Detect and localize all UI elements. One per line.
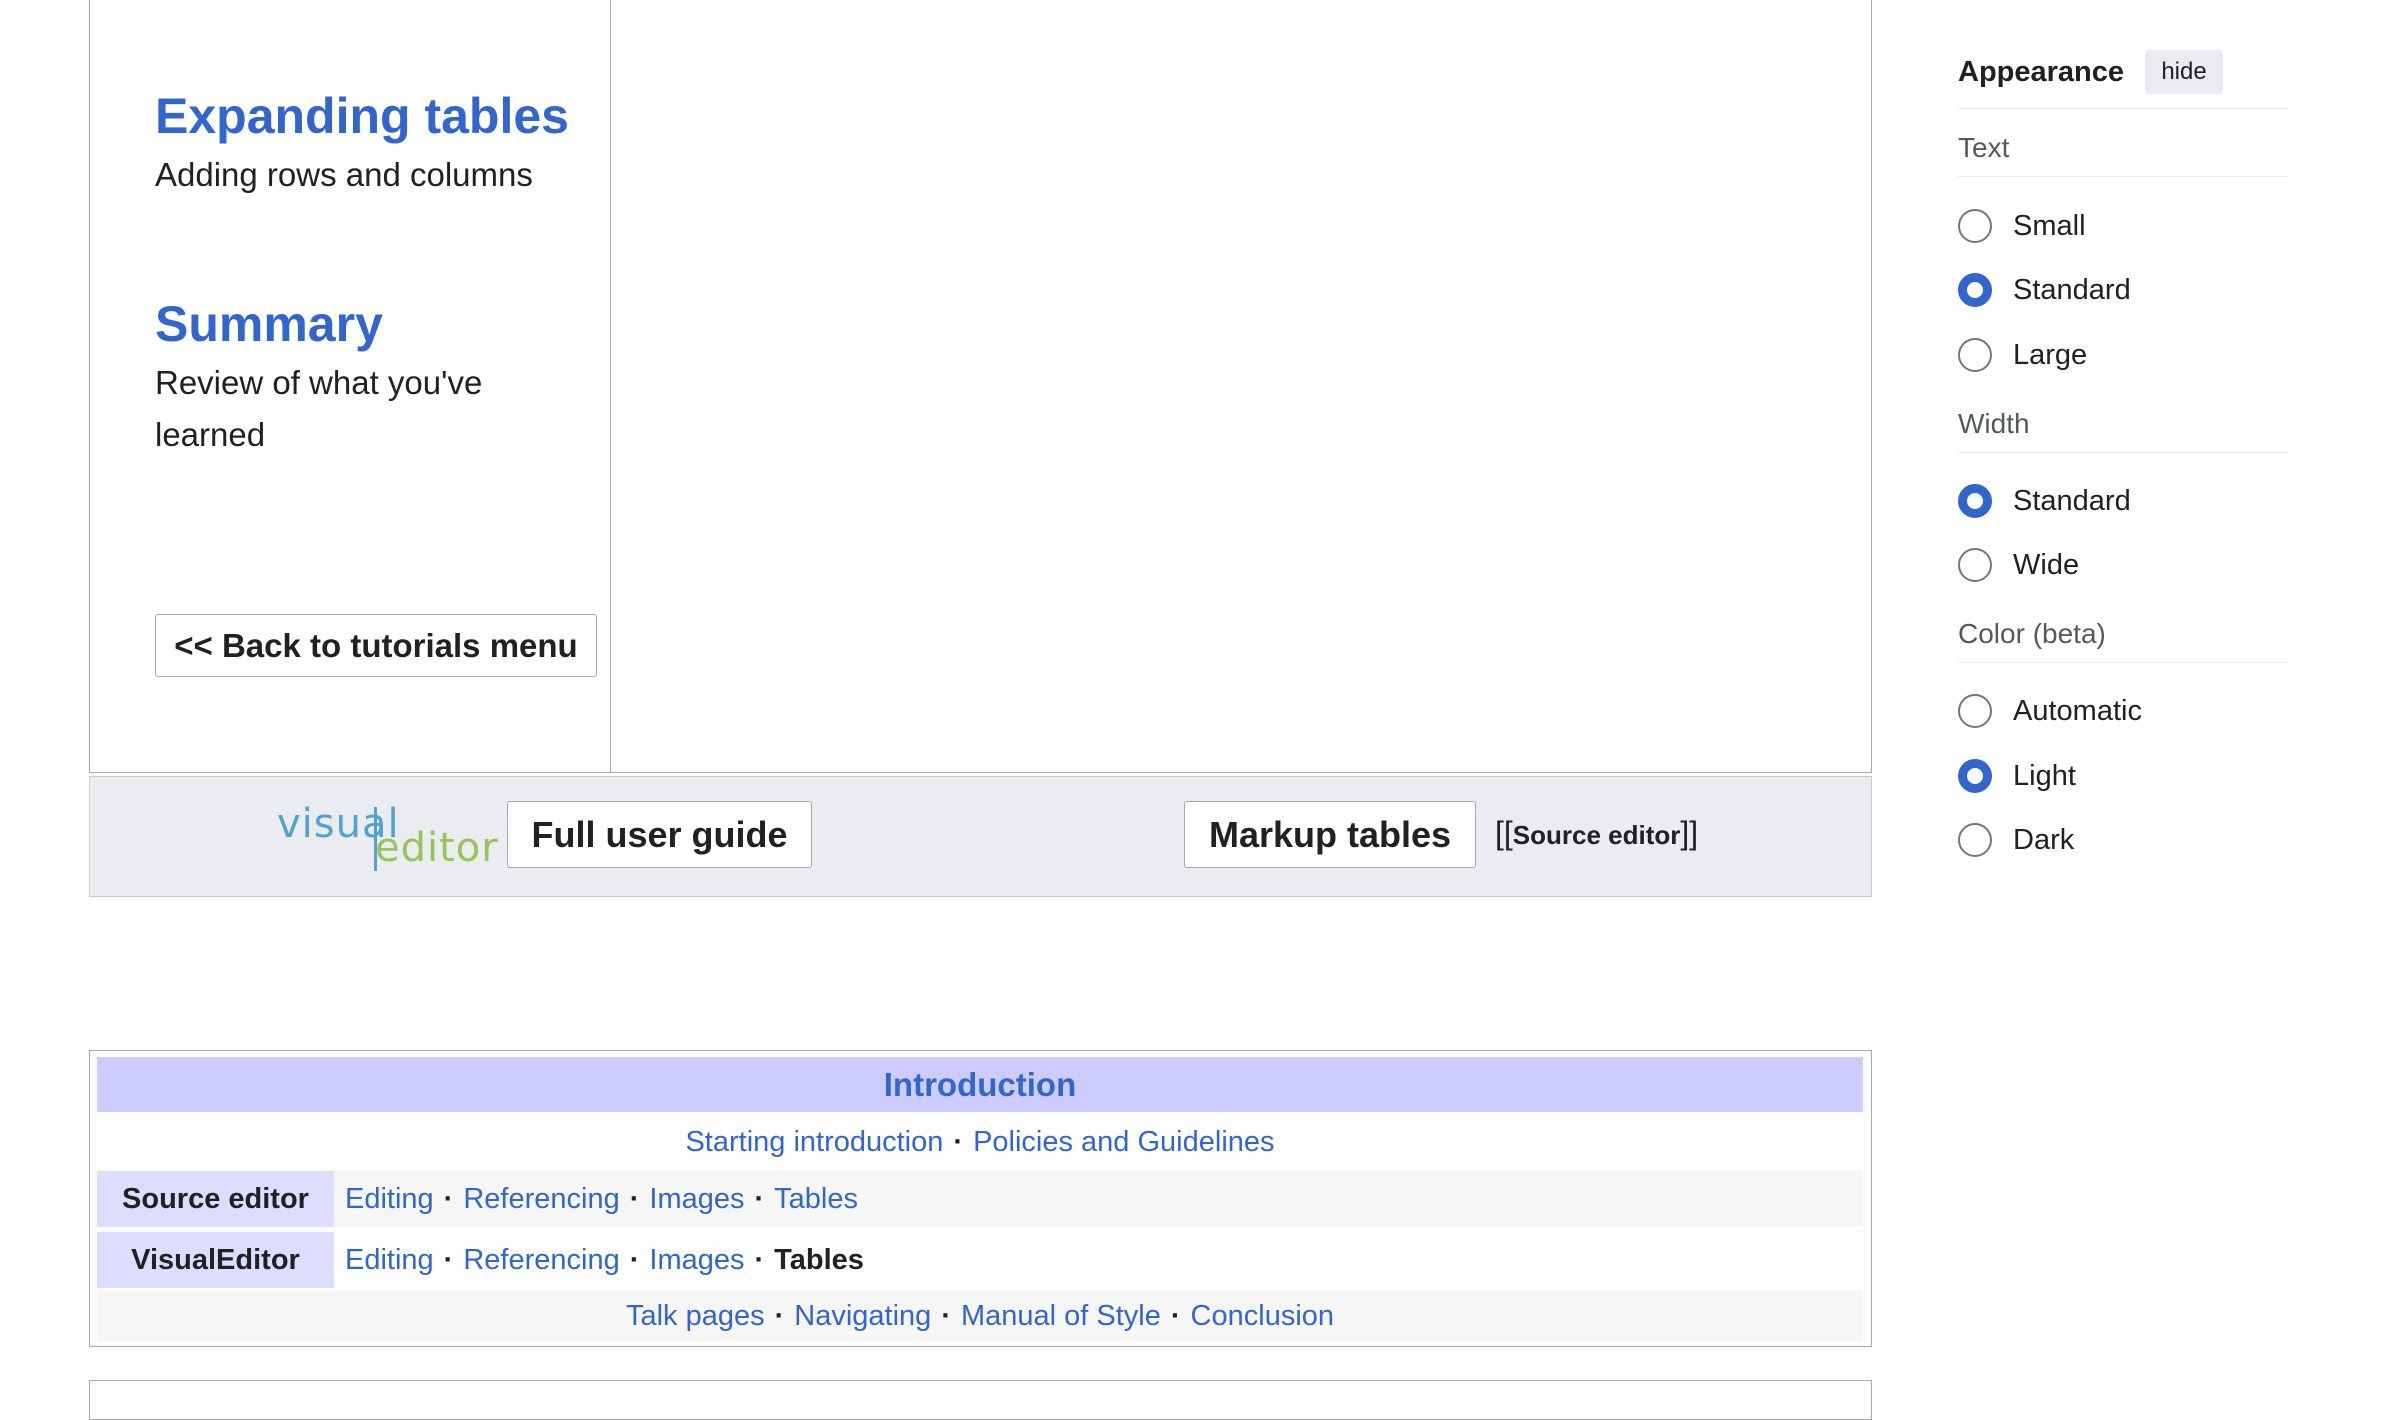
navbox-list-source-editor: Editing · Referencing · Images · Tables [345,1171,858,1227]
link-source-editing[interactable]: Editing [345,1183,434,1216]
link-policies-guidelines[interactable]: Policies and Guidelines [973,1126,1274,1159]
radio-checked-icon[interactable] [1958,759,1992,793]
navbox-next [89,1380,1872,1420]
tutorial-panel: Expanding tables Adding rows and columns… [89,0,1872,773]
navbox-group-visualeditor: VisualEditor [97,1232,334,1288]
link-navigating[interactable]: Navigating [794,1300,931,1333]
radio-label: Large [2013,338,2088,371]
text-size-label: Text [1958,132,2288,177]
section-subtitle-expanding-tables: Adding rows and columns [155,156,533,193]
radio-label: Standard [2013,273,2131,306]
width-label: Width [1958,408,2288,453]
radio-label: Wide [2013,548,2080,581]
link-ve-images[interactable]: Images [649,1244,744,1277]
section-link-expanding-tables[interactable]: Expanding tables [155,87,569,145]
back-to-tutorials-button[interactable]: << Back to tutorials menu [155,614,597,677]
link-starting-introduction[interactable]: Starting introduction [685,1126,943,1159]
logo-word-editor: editor [375,825,499,871]
source-bracket-close: ]] [1680,815,1699,851]
link-source-tables[interactable]: Tables [774,1183,858,1216]
radio-label: Light [2013,759,2076,792]
radio-label: Small [2013,209,2086,242]
radio-label: Automatic [2013,694,2142,727]
link-talk-pages[interactable]: Talk pages [626,1300,765,1333]
radio-color-automatic[interactable]: Automatic [1958,689,2142,733]
navbox-row-visualeditor: VisualEditor Editing · Referencing · Ima… [97,1232,1863,1288]
radio-width-standard[interactable]: Standard [1958,479,2131,523]
separator: · [774,1299,785,1332]
separator: · [1170,1299,1181,1332]
radio-width-wide[interactable]: Wide [1958,543,2079,587]
full-user-guide-button[interactable]: Full user guide [507,801,812,868]
source-editor-label[interactable]: Source editor [1513,820,1681,850]
appearance-header: Appearance hide [1958,50,2288,109]
radio-label: Standard [2013,484,2131,517]
appearance-title: Appearance [1958,56,2125,88]
radio-label: Dark [2013,823,2075,856]
link-manual-of-style[interactable]: Manual of Style [961,1300,1161,1333]
section-subtitle-summary: Review of what you've learned [155,364,483,453]
radio-icon[interactable] [1958,823,1992,857]
radio-icon[interactable] [1958,209,1992,243]
radio-icon[interactable] [1958,548,1992,582]
separator: · [629,1182,640,1215]
separator: · [443,1243,454,1276]
visualeditor-logo: visual editor [277,801,498,871]
link-conclusion[interactable]: Conclusion [1191,1300,1334,1333]
radio-icon[interactable] [1958,694,1992,728]
link-source-referencing[interactable]: Referencing [463,1183,619,1216]
separator: · [754,1243,765,1276]
tutorial-sidebar: Expanding tables Adding rows and columns… [90,0,611,773]
link-ve-referencing[interactable]: Referencing [463,1244,619,1277]
color-label: Color (beta) [1958,618,2288,663]
source-editor-link[interactable]: [[Source editor]] [1495,815,1698,852]
separator: · [629,1243,640,1276]
navbox-intro-links: Starting introduction · Policies and Gui… [97,1117,1863,1167]
radio-text-large[interactable]: Large [1958,333,2087,377]
section-link-summary[interactable]: Summary [155,295,383,353]
link-ve-editing[interactable]: Editing [345,1244,434,1277]
tutorial-navbox: Introduction Starting introduction · Pol… [89,1050,1872,1347]
radio-checked-icon[interactable] [1958,484,1992,518]
hide-button[interactable]: hide [2145,50,2223,94]
radio-text-small[interactable]: Small [1958,204,2086,248]
navbox-row-source-editor: Source editor Editing · Referencing · Im… [97,1171,1863,1227]
radio-color-dark[interactable]: Dark [1958,818,2074,862]
radio-icon[interactable] [1958,338,1992,372]
source-bracket-open: [[ [1495,815,1513,851]
navbox-bottom-links: Talk pages · Navigating · Manual of Styl… [97,1291,1863,1341]
radio-text-standard[interactable]: Standard [1958,268,2131,312]
navbox-list-visualeditor: Editing · Referencing · Images · Tables [345,1232,864,1288]
navbox-group-source-editor: Source editor [97,1171,334,1227]
separator: · [953,1125,964,1158]
separator: · [754,1182,765,1215]
separator: · [443,1182,454,1215]
current-page-tables: Tables [774,1243,864,1276]
radio-checked-icon[interactable] [1958,273,1992,307]
editor-nav-bar: visual editor Full user guide Markup tab… [89,776,1872,897]
markup-tables-button[interactable]: Markup tables [1184,801,1476,868]
link-source-images[interactable]: Images [649,1183,744,1216]
navbox-title[interactable]: Introduction [97,1057,1863,1112]
separator: · [941,1299,951,1332]
radio-color-light[interactable]: Light [1958,754,2076,798]
